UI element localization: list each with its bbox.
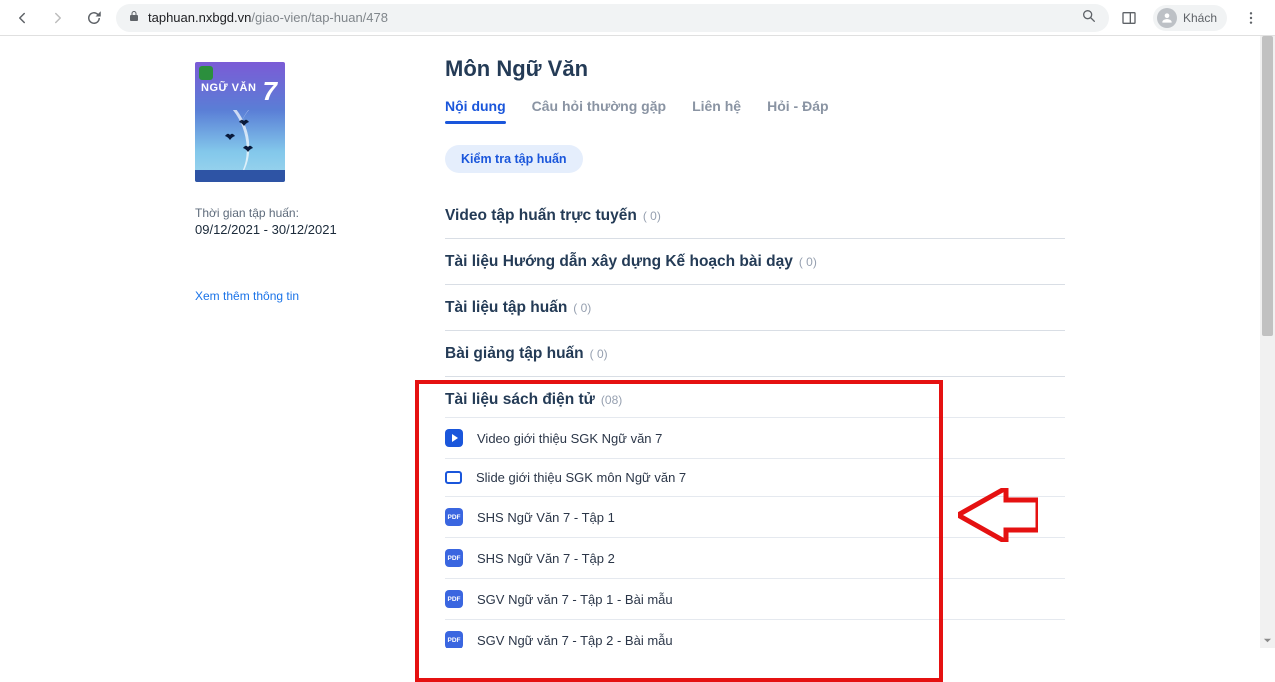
pdf-icon: PDF (445, 508, 463, 526)
browser-toolbar: taphuan.nxbgd.vn/giao-vien/tap-huan/478 … (0, 0, 1275, 36)
pdf-icon: PDF (445, 631, 463, 648)
tab-contact[interactable]: Liên hệ (692, 98, 741, 124)
url-text: taphuan.nxbgd.vn/giao-vien/tap-huan/478 (148, 10, 1073, 25)
page-title: Môn Ngữ Văn (445, 56, 1065, 82)
cover-title: NGỮ VĂN (201, 82, 256, 94)
doc-label: Slide giới thiệu SGK môn Ngữ văn 7 (476, 470, 686, 485)
section-title: Tài liệu tập huấn (445, 299, 567, 317)
section-ebook: Tài liệu sách điện tử (08) Video giới th… (445, 377, 1065, 648)
section-training-lecture[interactable]: Bài giảng tập huấn ( 0) (445, 331, 1065, 377)
chrome-right-icons: Khách (1117, 5, 1267, 31)
tab-faq[interactable]: Câu hỏi thường gặp (532, 98, 666, 124)
profile-chip[interactable]: Khách (1153, 5, 1227, 31)
tab-bar: Nội dung Câu hỏi thường gặp Liên hệ Hỏi … (445, 98, 1065, 125)
doc-label: SGV Ngữ văn 7 - Tập 2 - Bài mẫu (477, 633, 673, 648)
section-title: Video tập huấn trực tuyến (445, 207, 637, 225)
doc-label: SHS Ngữ Văn 7 - Tập 2 (477, 551, 615, 566)
section-count: ( 0) (643, 209, 661, 223)
section-count: ( 0) (799, 255, 817, 269)
video-icon (445, 429, 463, 447)
course-sidebar: NGỮ VĂN 7 Thời gian tập huấn: 09/12/2021… (195, 56, 375, 648)
book-cover: NGỮ VĂN 7 (195, 62, 285, 182)
section-count: ( 0) (573, 301, 591, 315)
tab-qa[interactable]: Hỏi - Đáp (767, 98, 828, 124)
section-title: Tài liệu sách điện tử (445, 391, 595, 409)
more-info-link[interactable]: Xem thêm thông tin (195, 289, 299, 303)
pdf-icon: PDF (445, 549, 463, 567)
doc-label: Video giới thiệu SGK Ngữ văn 7 (477, 431, 662, 446)
training-test-button[interactable]: Kiểm tra tập huấn (445, 145, 583, 173)
section-count: ( 0) (590, 347, 608, 361)
list-item[interactable]: PDF SGV Ngữ văn 7 - Tập 1 - Bài mẫu (445, 578, 1065, 619)
vertical-scrollbar[interactable] (1260, 36, 1275, 648)
doc-label: SHS Ngữ Văn 7 - Tập 1 (477, 510, 615, 525)
reload-button[interactable] (80, 4, 108, 32)
panel-icon[interactable] (1117, 6, 1141, 30)
zoom-icon[interactable] (1081, 8, 1097, 27)
cover-number: 7 (263, 76, 277, 107)
section-ebook-header[interactable]: Tài liệu sách điện tử (08) (445, 391, 1065, 409)
scrollbar-thumb[interactable] (1262, 36, 1273, 336)
pdf-icon: PDF (445, 590, 463, 608)
slide-icon (445, 471, 462, 484)
section-lesson-plan-guide[interactable]: Tài liệu Hướng dẫn xây dựng Kế hoạch bài… (445, 239, 1065, 285)
profile-label: Khách (1183, 11, 1217, 25)
section-training-material[interactable]: Tài liệu tập huấn ( 0) (445, 285, 1065, 331)
section-title: Tài liệu Hướng dẫn xây dựng Kế hoạch bài… (445, 253, 793, 271)
training-period-dates: 09/12/2021 - 30/12/2021 (195, 222, 375, 237)
kebab-menu-icon[interactable] (1239, 6, 1263, 30)
ebook-list: Video giới thiệu SGK Ngữ văn 7 Slide giớ… (445, 417, 1065, 648)
section-count: (08) (601, 393, 622, 407)
list-item[interactable]: PDF SHS Ngữ Văn 7 - Tập 1 (445, 496, 1065, 537)
lock-icon (128, 9, 140, 26)
tab-content[interactable]: Nội dung (445, 98, 506, 124)
list-item[interactable]: PDF SGV Ngữ văn 7 - Tập 2 - Bài mẫu (445, 619, 1065, 648)
avatar-icon (1157, 8, 1177, 28)
doc-label: SGV Ngữ văn 7 - Tập 1 - Bài mẫu (477, 592, 673, 607)
course-main: Môn Ngữ Văn Nội dung Câu hỏi thường gặp … (445, 56, 1065, 648)
scroll-down-icon[interactable] (1260, 633, 1275, 648)
back-button[interactable] (8, 4, 36, 32)
forward-button[interactable] (44, 4, 72, 32)
list-item[interactable]: Slide giới thiệu SGK môn Ngữ văn 7 (445, 458, 1065, 496)
section-video-training[interactable]: Video tập huấn trực tuyến ( 0) (445, 193, 1065, 239)
list-item[interactable]: PDF SHS Ngữ Văn 7 - Tập 2 (445, 537, 1065, 578)
section-title: Bài giảng tập huấn (445, 345, 584, 363)
address-bar[interactable]: taphuan.nxbgd.vn/giao-vien/tap-huan/478 (116, 4, 1109, 32)
training-period-label: Thời gian tập huấn: (195, 206, 375, 220)
list-item[interactable]: Video giới thiệu SGK Ngữ văn 7 (445, 417, 1065, 458)
